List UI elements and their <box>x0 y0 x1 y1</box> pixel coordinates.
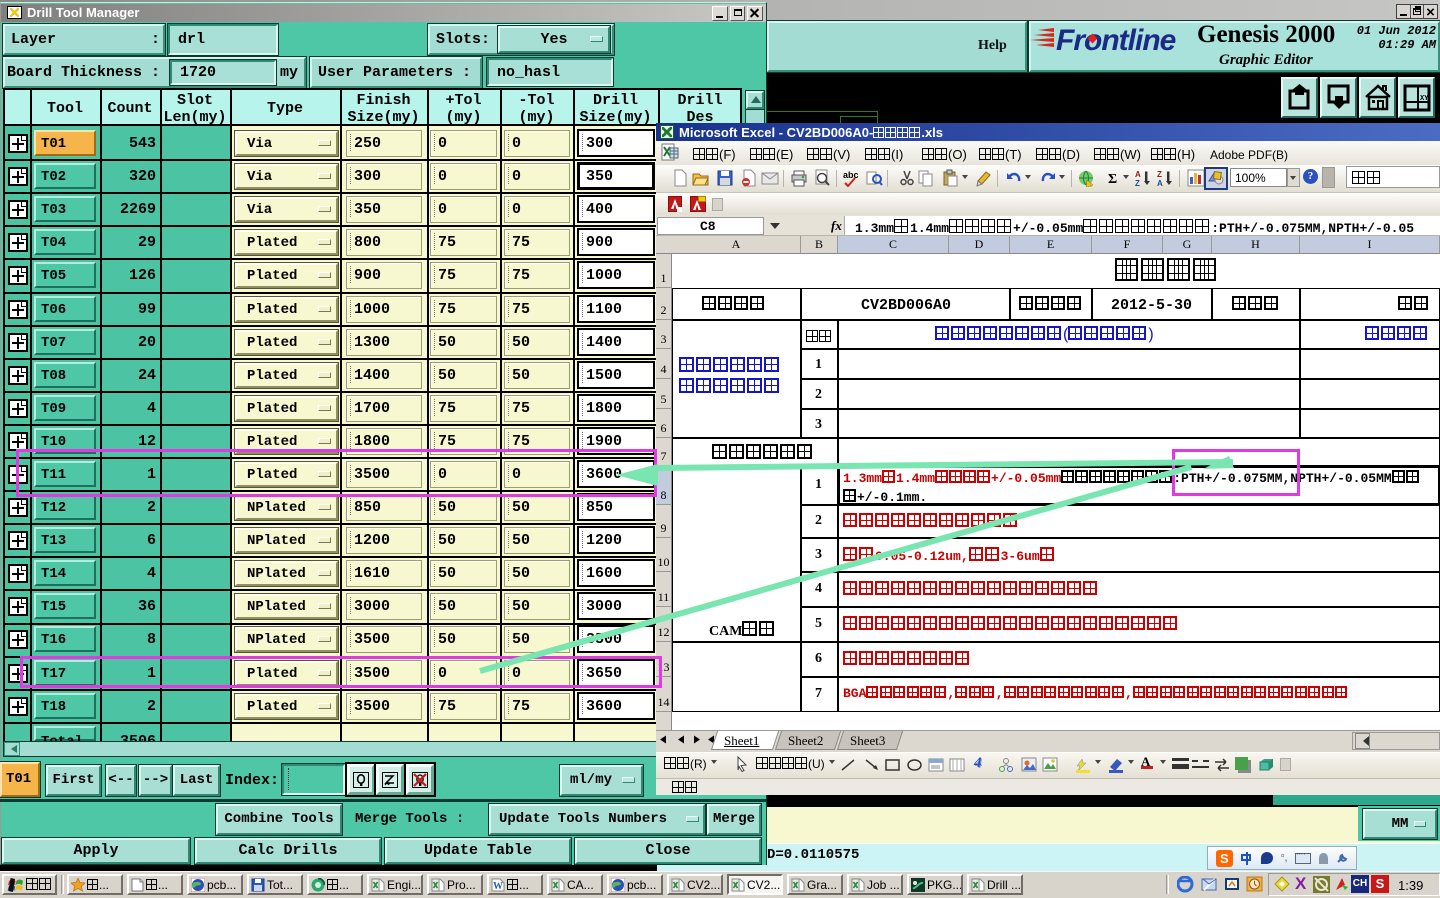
svg-text:Σ: Σ <box>1108 172 1117 187</box>
svg-text:W: W <box>493 881 503 892</box>
svg-text:Z: Z <box>1135 179 1140 187</box>
svg-text:Z: Z <box>1157 170 1162 179</box>
svg-text:abc: abc <box>843 170 859 180</box>
svg-text:XY: XY <box>1420 95 1429 103</box>
svg-text:A: A <box>1157 179 1163 187</box>
svg-text:A: A <box>1135 170 1141 179</box>
